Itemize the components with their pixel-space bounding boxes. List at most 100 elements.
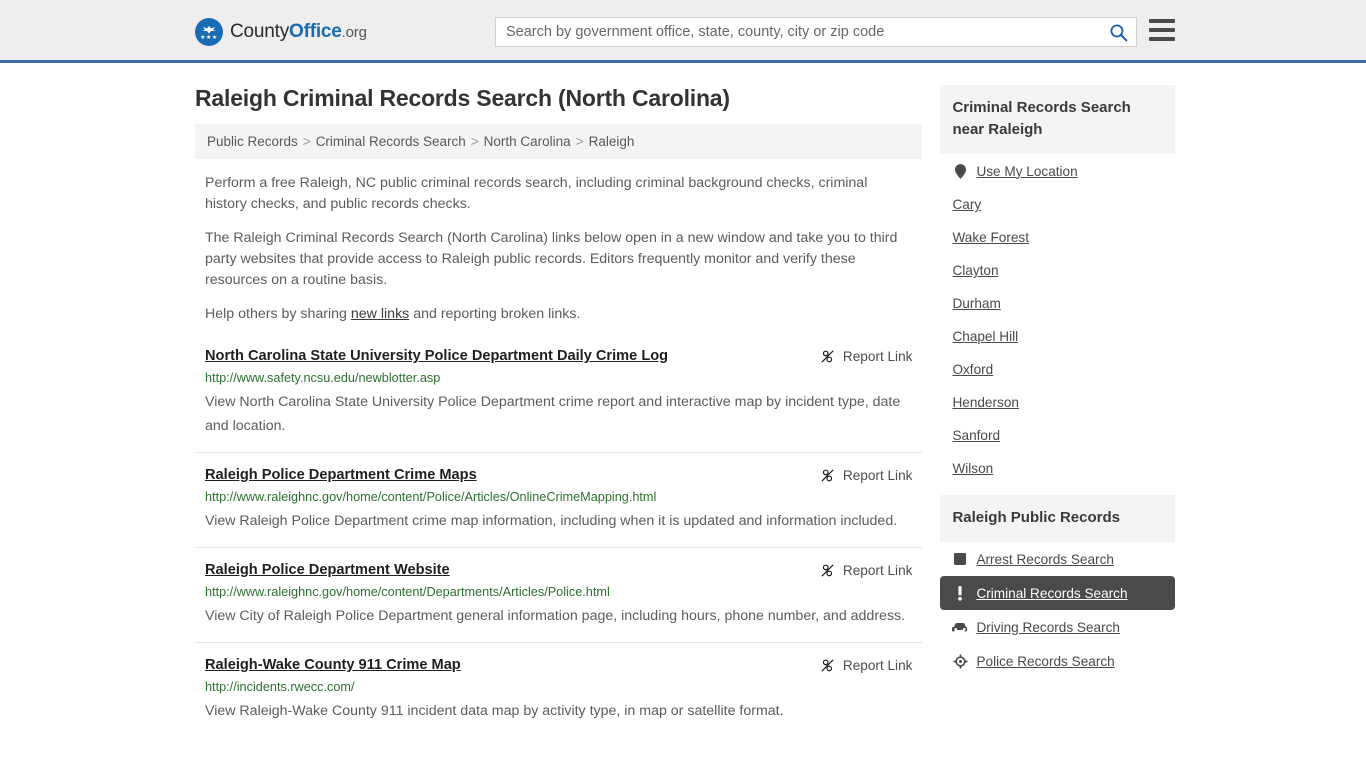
breadcrumb-separator: > — [575, 134, 584, 149]
public-records-panel: Raleigh Public Records Arrest Records Se… — [940, 495, 1175, 678]
result-url: http://incidents.rwecc.com/ — [205, 680, 355, 694]
nearby-city-item[interactable]: Chapel Hill — [940, 320, 1175, 353]
city-link-oxford[interactable]: Oxford — [952, 362, 993, 377]
sidebar-link-driving-records-search[interactable]: Driving Records Search — [976, 620, 1120, 635]
report-link-label: Report Link — [842, 658, 913, 673]
nearby-city-item[interactable]: Wake Forest — [940, 221, 1175, 254]
new-links-link[interactable]: new links — [351, 306, 409, 322]
report-link-button[interactable]: Report Link — [819, 656, 913, 674]
countyoffice-eagle-logo-icon: ★★★ — [195, 18, 223, 46]
result-item: Raleigh Police Department Crime Maps Rep… — [195, 452, 923, 547]
report-link-label: Report Link — [842, 468, 913, 483]
search-input[interactable] — [496, 18, 1100, 46]
nearby-city-item[interactable]: Sanford — [940, 419, 1175, 452]
report-link-button[interactable]: Report Link — [819, 466, 913, 484]
site-header: ★★★ CountyOffice.org — [0, 0, 1366, 63]
exclamation-icon — [952, 585, 968, 601]
breadcrumb-item-north-carolina[interactable]: North Carolina — [484, 134, 571, 149]
result-item: Raleigh-Wake County 911 Crime Map Report… — [195, 642, 923, 737]
city-link-sanford[interactable]: Sanford — [952, 428, 1000, 443]
result-title-link[interactable]: Raleigh Police Department Website — [205, 561, 450, 580]
logo-wordmark: CountyOffice.org — [230, 21, 367, 43]
nearby-panel-heading: Criminal Records Search near Raleigh — [940, 85, 1175, 154]
result-url: http://www.raleighnc.gov/home/content/De… — [205, 585, 610, 599]
car-icon — [952, 619, 968, 635]
handcuffs-icon — [952, 551, 968, 567]
search-icon — [1109, 23, 1127, 41]
sidebar-link-criminal-records-search[interactable]: Criminal Records Search — [976, 586, 1127, 601]
sidebar: Criminal Records Search near Raleigh Use… — [940, 85, 1175, 737]
report-link-button[interactable]: Report Link — [819, 561, 913, 579]
site-logo[interactable]: ★★★ CountyOffice.org — [195, 18, 367, 46]
eagle-icon — [202, 25, 216, 33]
use-my-location-item[interactable]: Use My Location — [940, 154, 1175, 188]
hamburger-bar — [1149, 19, 1175, 23]
hamburger-menu-icon[interactable] — [1149, 19, 1175, 41]
report-link-label: Report Link — [842, 349, 913, 364]
result-description: View North Carolina State University Pol… — [205, 394, 901, 434]
nearby-panel: Criminal Records Search near Raleigh Use… — [940, 85, 1175, 485]
map-pin-icon — [952, 163, 968, 179]
nearby-city-item[interactable]: Wilson — [940, 452, 1175, 485]
city-link-clayton[interactable]: Clayton — [952, 263, 998, 278]
intro-paragraph-1: Perform a free Raleigh, NC public crimin… — [205, 175, 868, 212]
breadcrumb: Public Records > Criminal Records Search > N… — [195, 124, 923, 159]
broken-link-icon — [821, 469, 834, 482]
report-link-button[interactable]: Report Link — [819, 347, 913, 365]
logo-county: County — [230, 21, 290, 42]
nearby-city-item[interactable]: Henderson — [940, 386, 1175, 419]
nearby-city-item[interactable]: Oxford — [940, 353, 1175, 386]
logo-office: Office — [289, 21, 342, 42]
breadcrumb-item-public-records[interactable]: Public Records — [207, 134, 298, 149]
hamburger-bar — [1149, 28, 1175, 32]
result-description: View Raleigh-Wake County 911 incident da… — [205, 703, 784, 719]
result-item: Raleigh Police Department Website Report… — [195, 547, 923, 642]
broken-link-icon — [821, 564, 834, 577]
police-badge-icon — [952, 653, 968, 669]
sidebar-link-arrest-records-search[interactable]: Arrest Records Search — [976, 552, 1114, 567]
nearby-city-item[interactable]: Cary — [940, 188, 1175, 221]
city-link-henderson[interactable]: Henderson — [952, 395, 1019, 410]
breadcrumb-separator: > — [302, 134, 311, 149]
result-title-link[interactable]: North Carolina State University Police D… — [205, 347, 668, 366]
sidebar-item-driving-records-search[interactable]: Driving Records Search — [940, 610, 1175, 644]
main-content: Raleigh Criminal Records Search (North C… — [195, 85, 923, 737]
share-text-before: Help others by sharing — [205, 306, 351, 322]
nearby-list: Use My Location Cary Wake Forest Clayton… — [940, 154, 1175, 485]
city-link-wilson[interactable]: Wilson — [952, 461, 993, 476]
broken-link-icon — [821, 659, 834, 672]
breadcrumb-item-criminal-records-search[interactable]: Criminal Records Search — [316, 134, 466, 149]
result-description: View City of Raleigh Police Department g… — [205, 608, 906, 624]
logo-tld: .org — [341, 24, 367, 41]
result-title-link[interactable]: Raleigh-Wake County 911 Crime Map — [205, 656, 461, 675]
result-url: http://www.safety.ncsu.edu/newblotter.as… — [205, 371, 441, 385]
nearby-city-item[interactable]: Durham — [940, 287, 1175, 320]
hamburger-bar — [1149, 37, 1175, 41]
result-title-link[interactable]: Raleigh Police Department Crime Maps — [205, 466, 477, 485]
use-my-location-link[interactable]: Use My Location — [976, 164, 1077, 179]
report-link-label: Report Link — [842, 563, 913, 578]
intro-paragraph-2: The Raleigh Criminal Records Search (Nor… — [205, 230, 898, 288]
breadcrumb-separator: > — [470, 134, 479, 149]
breadcrumb-item-raleigh: Raleigh — [588, 134, 635, 149]
sidebar-item-arrest-records-search[interactable]: Arrest Records Search — [940, 542, 1175, 576]
sidebar-item-police-records-search[interactable]: Police Records Search — [940, 644, 1175, 678]
city-link-durham[interactable]: Durham — [952, 296, 1000, 311]
nearby-city-item[interactable]: Clayton — [940, 254, 1175, 287]
sidebar-link-police-records-search[interactable]: Police Records Search — [976, 654, 1114, 669]
result-item: North Carolina State University Police D… — [195, 339, 922, 452]
broken-link-icon — [821, 350, 834, 363]
results-list: North Carolina State University Police D… — [195, 339, 923, 737]
public-records-list: Arrest Records Search Criminal Records S… — [940, 542, 1175, 678]
sidebar-item-criminal-records-search[interactable]: Criminal Records Search — [940, 576, 1175, 610]
share-text-after: and reporting broken links. — [409, 306, 581, 322]
city-link-wake-forest[interactable]: Wake Forest — [952, 230, 1029, 245]
city-link-chapel-hill[interactable]: Chapel Hill — [952, 329, 1018, 344]
result-url: http://www.raleighnc.gov/home/content/Po… — [205, 490, 657, 504]
result-description: View Raleigh Police Department crime map… — [205, 513, 898, 529]
search-button[interactable] — [1100, 18, 1136, 46]
stars-icon: ★★★ — [200, 34, 218, 41]
city-link-cary[interactable]: Cary — [952, 197, 981, 212]
intro-paragraph-3: Help others by sharing new links and rep… — [195, 304, 922, 325]
page-title: Raleigh Criminal Records Search (North C… — [195, 85, 730, 111]
